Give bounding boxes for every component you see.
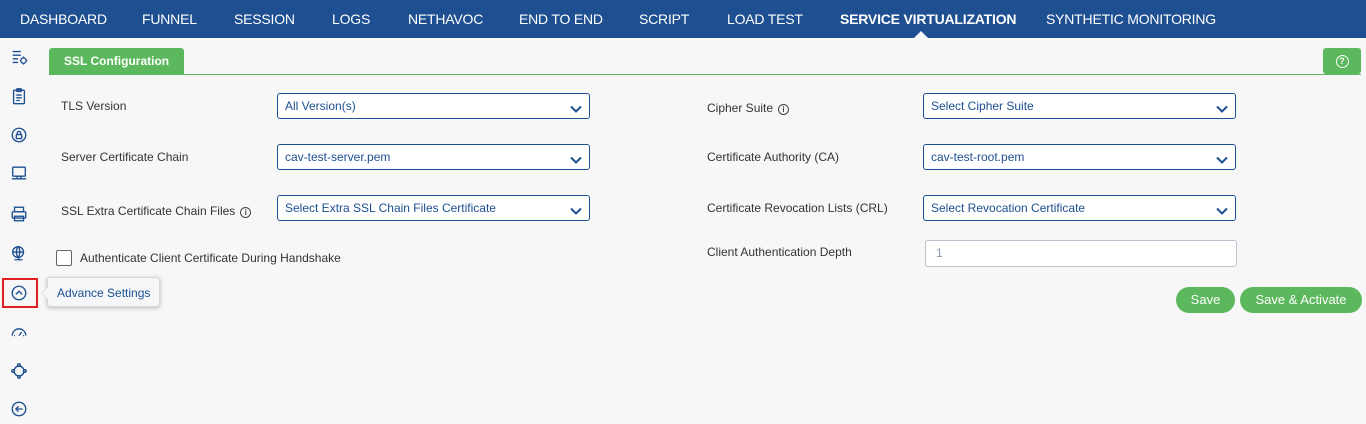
auth-client-cert-label: Authenticate Client Certificate During H… xyxy=(80,251,341,265)
ssl-printer-icon[interactable] xyxy=(9,204,29,224)
network-icon[interactable] xyxy=(9,361,29,381)
cipher-suite-value: Select Cipher Suite xyxy=(931,99,1034,113)
nav-nethavoc[interactable]: NETHAVOC xyxy=(408,0,483,38)
info-icon[interactable]: i xyxy=(240,207,252,218)
chevron-down-icon xyxy=(1215,151,1229,165)
nav-load-test[interactable]: LOAD TEST xyxy=(727,0,803,38)
info-icon[interactable]: i xyxy=(778,104,790,115)
top-nav: DASHBOARD FUNNEL SESSION LOGS NETHAVOC E… xyxy=(0,0,1366,38)
chevron-down-icon xyxy=(1215,202,1229,216)
server-cert-chain-label: Server Certificate Chain xyxy=(61,150,189,164)
ca-value: cav-test-root.pem xyxy=(931,150,1025,164)
nav-session[interactable]: SESSION xyxy=(234,0,295,38)
nav-dashboard[interactable]: DASHBOARD xyxy=(20,0,107,38)
chevron-down-icon xyxy=(1215,100,1229,114)
help-button[interactable]: ? xyxy=(1323,48,1361,74)
nav-script[interactable]: SCRIPT xyxy=(639,0,689,38)
nav-end-to-end[interactable]: END TO END xyxy=(519,0,603,38)
ca-label: Certificate Authority (CA) xyxy=(707,150,840,164)
tab-ssl-configuration[interactable]: SSL Configuration xyxy=(49,48,185,74)
tls-version-label: TLS Version xyxy=(61,99,127,113)
ssl-extra-chain-select[interactable]: Select Extra SSL Chain Files Certificate xyxy=(277,195,590,221)
advance-settings-tooltip: Advance Settings xyxy=(40,277,161,307)
nav-synthetic-monitoring[interactable]: SYNTHETIC MONITORING xyxy=(1046,0,1216,38)
chevron-down-icon xyxy=(569,151,583,165)
list-settings-icon[interactable] xyxy=(9,47,29,67)
lock-icon[interactable] xyxy=(9,125,29,145)
ssl-extra-chain-value: Select Extra SSL Chain Files Certificate xyxy=(285,201,496,215)
nav-service-virtualization[interactable]: SERVICE VIRTUALIZATION xyxy=(840,0,1017,38)
cipher-suite-label: Cipher Suite i xyxy=(707,101,790,115)
clipboard-icon[interactable] xyxy=(9,86,29,106)
save-button[interactable]: Save xyxy=(1176,287,1235,313)
tls-version-value: All Version(s) xyxy=(285,99,356,113)
cipher-suite-select[interactable]: Select Cipher Suite xyxy=(923,93,1236,119)
globe-icon[interactable] xyxy=(9,243,29,263)
nav-funnel[interactable]: FUNNEL xyxy=(142,0,197,38)
save-activate-button[interactable]: Save & Activate xyxy=(1240,287,1362,313)
tls-version-select[interactable]: All Version(s) xyxy=(277,93,590,119)
speedometer-icon[interactable] xyxy=(9,322,29,342)
chevron-down-icon xyxy=(569,100,583,114)
tab-underline xyxy=(49,74,1361,75)
advance-settings-icon[interactable] xyxy=(9,283,29,303)
ssl-extra-chain-label: SSL Extra Certificate Chain Files i xyxy=(61,204,252,218)
auth-client-cert-checkbox[interactable] xyxy=(56,250,72,266)
help-icon: ? xyxy=(1335,54,1349,68)
server-cert-chain-value: cav-test-server.pem xyxy=(285,150,391,164)
monitor-icon[interactable] xyxy=(9,163,29,183)
back-arrow-icon[interactable] xyxy=(9,399,29,419)
client-auth-depth-input[interactable]: 1 xyxy=(925,240,1237,267)
crl-label: Certificate Revocation Lists (CRL) xyxy=(707,201,888,215)
crl-select[interactable]: Select Revocation Certificate xyxy=(923,195,1236,221)
server-cert-chain-select[interactable]: cav-test-server.pem xyxy=(277,144,590,170)
nav-logs[interactable]: LOGS xyxy=(332,0,370,38)
active-nav-caret xyxy=(914,31,928,38)
client-auth-depth-label: Client Authentication Depth xyxy=(707,245,852,259)
left-sidebar xyxy=(0,38,38,424)
crl-value: Select Revocation Certificate xyxy=(931,201,1086,215)
chevron-down-icon xyxy=(569,202,583,216)
ca-select[interactable]: cav-test-root.pem xyxy=(923,144,1236,170)
